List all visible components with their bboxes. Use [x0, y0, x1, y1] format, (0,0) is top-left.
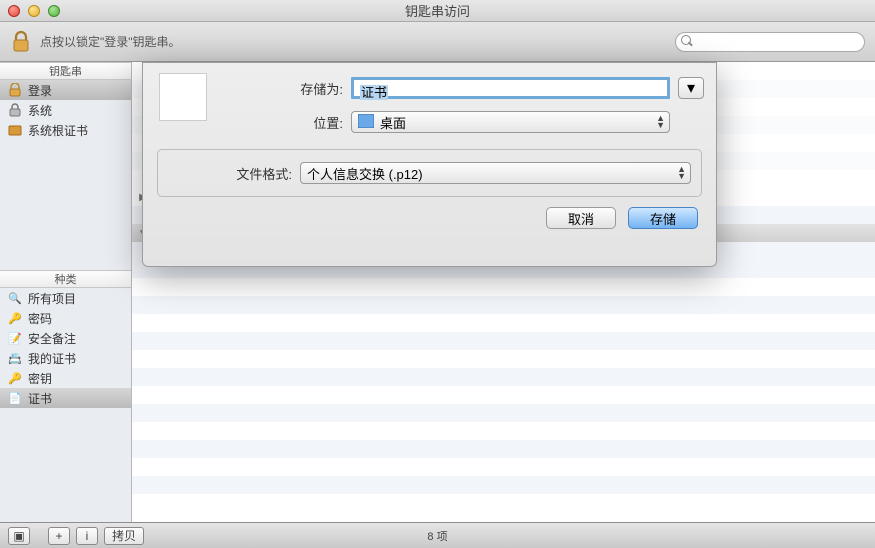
sidebar-category-item[interactable]: 📇 我的证书: [0, 348, 131, 368]
file-format-label: 文件格式:: [168, 164, 292, 183]
save-as-input[interactable]: 证书: [351, 77, 670, 99]
chevron-updown-icon: ▲▼: [656, 115, 665, 129]
sidebar-item-label: 密钥: [28, 370, 52, 387]
sidebar-category-item[interactable]: 🔑 密钥: [0, 368, 131, 388]
lock-icon[interactable]: [10, 28, 32, 56]
sidebar: 钥匙串 登录系统系统根证书 种类 🔍 所有项目 🔑 密码 📝 安全备注 📇 我的证书 🔑 密钥 📄 证…: [0, 62, 132, 522]
keychain-icon: [8, 103, 22, 117]
location-popup[interactable]: 桌面 ▲▼: [351, 111, 670, 133]
file-format-value: 个人信息交换 (.p12): [307, 164, 423, 183]
chevron-updown-icon: ▲▼: [677, 166, 686, 180]
cancel-button[interactable]: 取消: [546, 207, 616, 229]
sidebar-category-item[interactable]: 📄 证书: [0, 388, 131, 408]
sidebar-keychain-item[interactable]: 系统: [0, 100, 131, 120]
cert-thumbnail-icon: [159, 73, 207, 121]
location-label: 位置:: [207, 113, 343, 132]
search-input[interactable]: [675, 32, 865, 52]
window-titlebar: 钥匙串访问: [0, 0, 875, 22]
window-title: 钥匙串访问: [0, 1, 875, 20]
sidebar-keychain-item[interactable]: 系统根证书: [0, 120, 131, 140]
save-dialog: 存储为: 证书 ▾ 位置: 桌面 ▲▼ 文件格式: 个人信息交换 (.p12) …: [142, 62, 717, 267]
sidebar-category-item[interactable]: 🔑 密码: [0, 308, 131, 328]
sidebar-item-label: 系统: [28, 102, 52, 119]
keychain-icon: [8, 123, 22, 137]
sidebar-section-categories: 种类: [0, 270, 131, 288]
save-as-label: 存储为:: [207, 79, 343, 98]
file-format-popup[interactable]: 个人信息交换 (.p12) ▲▼: [300, 162, 691, 184]
sidebar-item-label: 密码: [28, 310, 52, 327]
sidebar-item-label: 登录: [28, 82, 52, 99]
category-icon: 🔑: [8, 311, 22, 325]
desktop-icon: [358, 114, 374, 131]
category-icon: 📇: [8, 351, 22, 365]
category-icon: 📄: [8, 391, 22, 405]
expand-dialog-button[interactable]: ▾: [678, 77, 704, 99]
toolbar-hint: 点按以锁定"登录"钥匙串。: [40, 33, 181, 50]
sidebar-item-label: 我的证书: [28, 350, 76, 367]
sidebar-category-item[interactable]: 🔍 所有项目: [0, 288, 131, 308]
sidebar-category-item[interactable]: 📝 安全备注: [0, 328, 131, 348]
sidebar-section-keychains: 钥匙串: [0, 62, 131, 80]
keychain-icon: [8, 83, 22, 97]
toolbar: 点按以锁定"登录"钥匙串。: [0, 22, 875, 62]
location-value: 桌面: [380, 113, 406, 132]
sidebar-item-label: 证书: [28, 390, 52, 407]
sidebar-item-label: 安全备注: [28, 330, 76, 347]
save-button[interactable]: 存储: [628, 207, 698, 229]
sidebar-keychain-item[interactable]: 登录: [0, 80, 131, 100]
category-icon: 📝: [8, 331, 22, 345]
format-fieldset: 文件格式: 个人信息交换 (.p12) ▲▼: [157, 149, 702, 197]
category-icon: 🔑: [8, 371, 22, 385]
sidebar-item-label: 系统根证书: [28, 122, 88, 139]
search-field-wrap: [675, 32, 865, 52]
status-bar: ▣ + i 拷贝 8 项: [0, 522, 875, 548]
item-count: 8 项: [0, 528, 875, 544]
sidebar-item-label: 所有项目: [28, 290, 76, 307]
category-icon: 🔍: [8, 291, 22, 305]
